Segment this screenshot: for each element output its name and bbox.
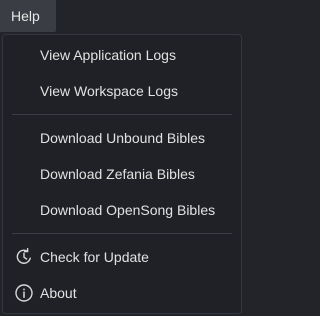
menu-item-label: View Workspace Logs	[40, 83, 178, 99]
info-icon	[14, 283, 34, 303]
menu-separator	[12, 114, 232, 115]
menu-item-about[interactable]: About	[3, 277, 241, 309]
menu-item-label: About	[40, 285, 77, 301]
menu-item-check-for-update[interactable]: Check for Update	[3, 241, 241, 273]
menu-item-download-opensong-bibles[interactable]: Download OpenSong Bibles	[3, 194, 241, 226]
menu-item-view-workspace-logs[interactable]: View Workspace Logs	[3, 75, 241, 107]
menu-item-download-zefania-bibles[interactable]: Download Zefania Bibles	[3, 158, 241, 190]
app-root: Help View Application Logs View Workspac…	[0, 0, 244, 316]
menubar-help[interactable]: Help	[0, 0, 56, 32]
menu-item-view-application-logs[interactable]: View Application Logs	[3, 39, 241, 71]
menu-separator	[12, 233, 232, 234]
refresh-icon	[14, 247, 34, 267]
menu-item-download-unbound-bibles[interactable]: Download Unbound Bibles	[3, 122, 241, 154]
menu-item-label: Download OpenSong Bibles	[40, 202, 216, 218]
menu-item-label: View Application Logs	[40, 47, 176, 63]
menu-item-label: Check for Update	[40, 249, 149, 265]
menu-item-label: Download Unbound Bibles	[40, 130, 205, 146]
menu-item-label: Download Zefania Bibles	[40, 166, 195, 182]
help-dropdown-menu: View Application Logs View Workspace Log…	[2, 34, 242, 314]
